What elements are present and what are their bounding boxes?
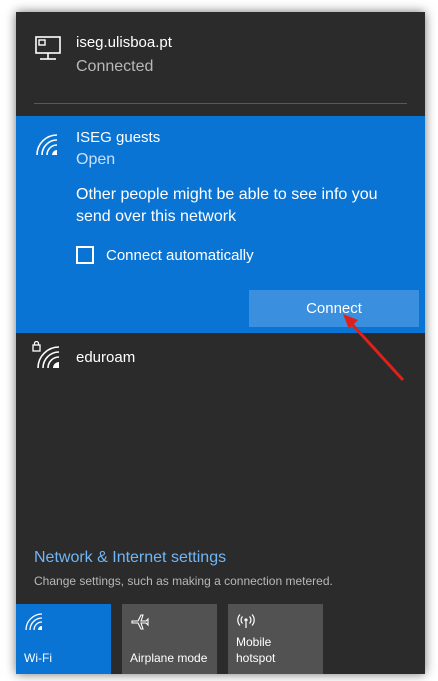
quick-action-airplane-mode[interactable]: Airplane mode <box>122 604 217 674</box>
connect-automatically-label: Connect automatically <box>106 246 254 264</box>
wifi-icon <box>36 134 58 156</box>
network-settings-link[interactable]: Network & Internet settings <box>34 549 226 567</box>
connect-automatically-checkbox[interactable] <box>76 246 94 264</box>
network-item-eduroam[interactable]: eduroam <box>16 333 425 381</box>
network-flyout: iseg.ulisboa.pt Connected ISEG guests Op… <box>16 12 425 674</box>
wifi-icon <box>25 613 43 631</box>
quick-action-label: Airplane mode <box>130 651 208 665</box>
quick-action-label: Mobile hotspot <box>236 635 276 665</box>
network-settings-description: Change settings, such as making a connec… <box>34 574 333 588</box>
selected-network-status: Open <box>76 151 116 168</box>
quick-action-label: Wi-Fi <box>24 651 52 665</box>
security-warning-text: Other people might be able to see info y… <box>76 186 378 225</box>
connect-automatically-row[interactable]: Connect automatically <box>76 244 254 266</box>
network-name: eduroam <box>76 349 136 366</box>
divider <box>34 103 407 104</box>
connected-network-status: Connected <box>76 58 154 75</box>
selected-network-name: ISEG guests <box>76 129 161 146</box>
quick-action-wifi[interactable]: Wi-Fi <box>16 604 111 674</box>
wifi-lock-icon <box>32 341 60 369</box>
quick-action-mobile-hotspot[interactable]: Mobile hotspot <box>228 604 323 674</box>
connected-network-name: iseg.ulisboa.pt <box>76 34 172 51</box>
airplane-icon <box>131 614 149 630</box>
connected-network-item[interactable]: iseg.ulisboa.pt Connected <box>16 12 425 108</box>
connect-button[interactable]: Connect <box>249 290 419 327</box>
ethernet-icon <box>35 36 61 60</box>
selected-network-panel[interactable]: ISEG guests Open Other people might be a… <box>16 116 425 333</box>
hotspot-icon <box>237 614 255 628</box>
